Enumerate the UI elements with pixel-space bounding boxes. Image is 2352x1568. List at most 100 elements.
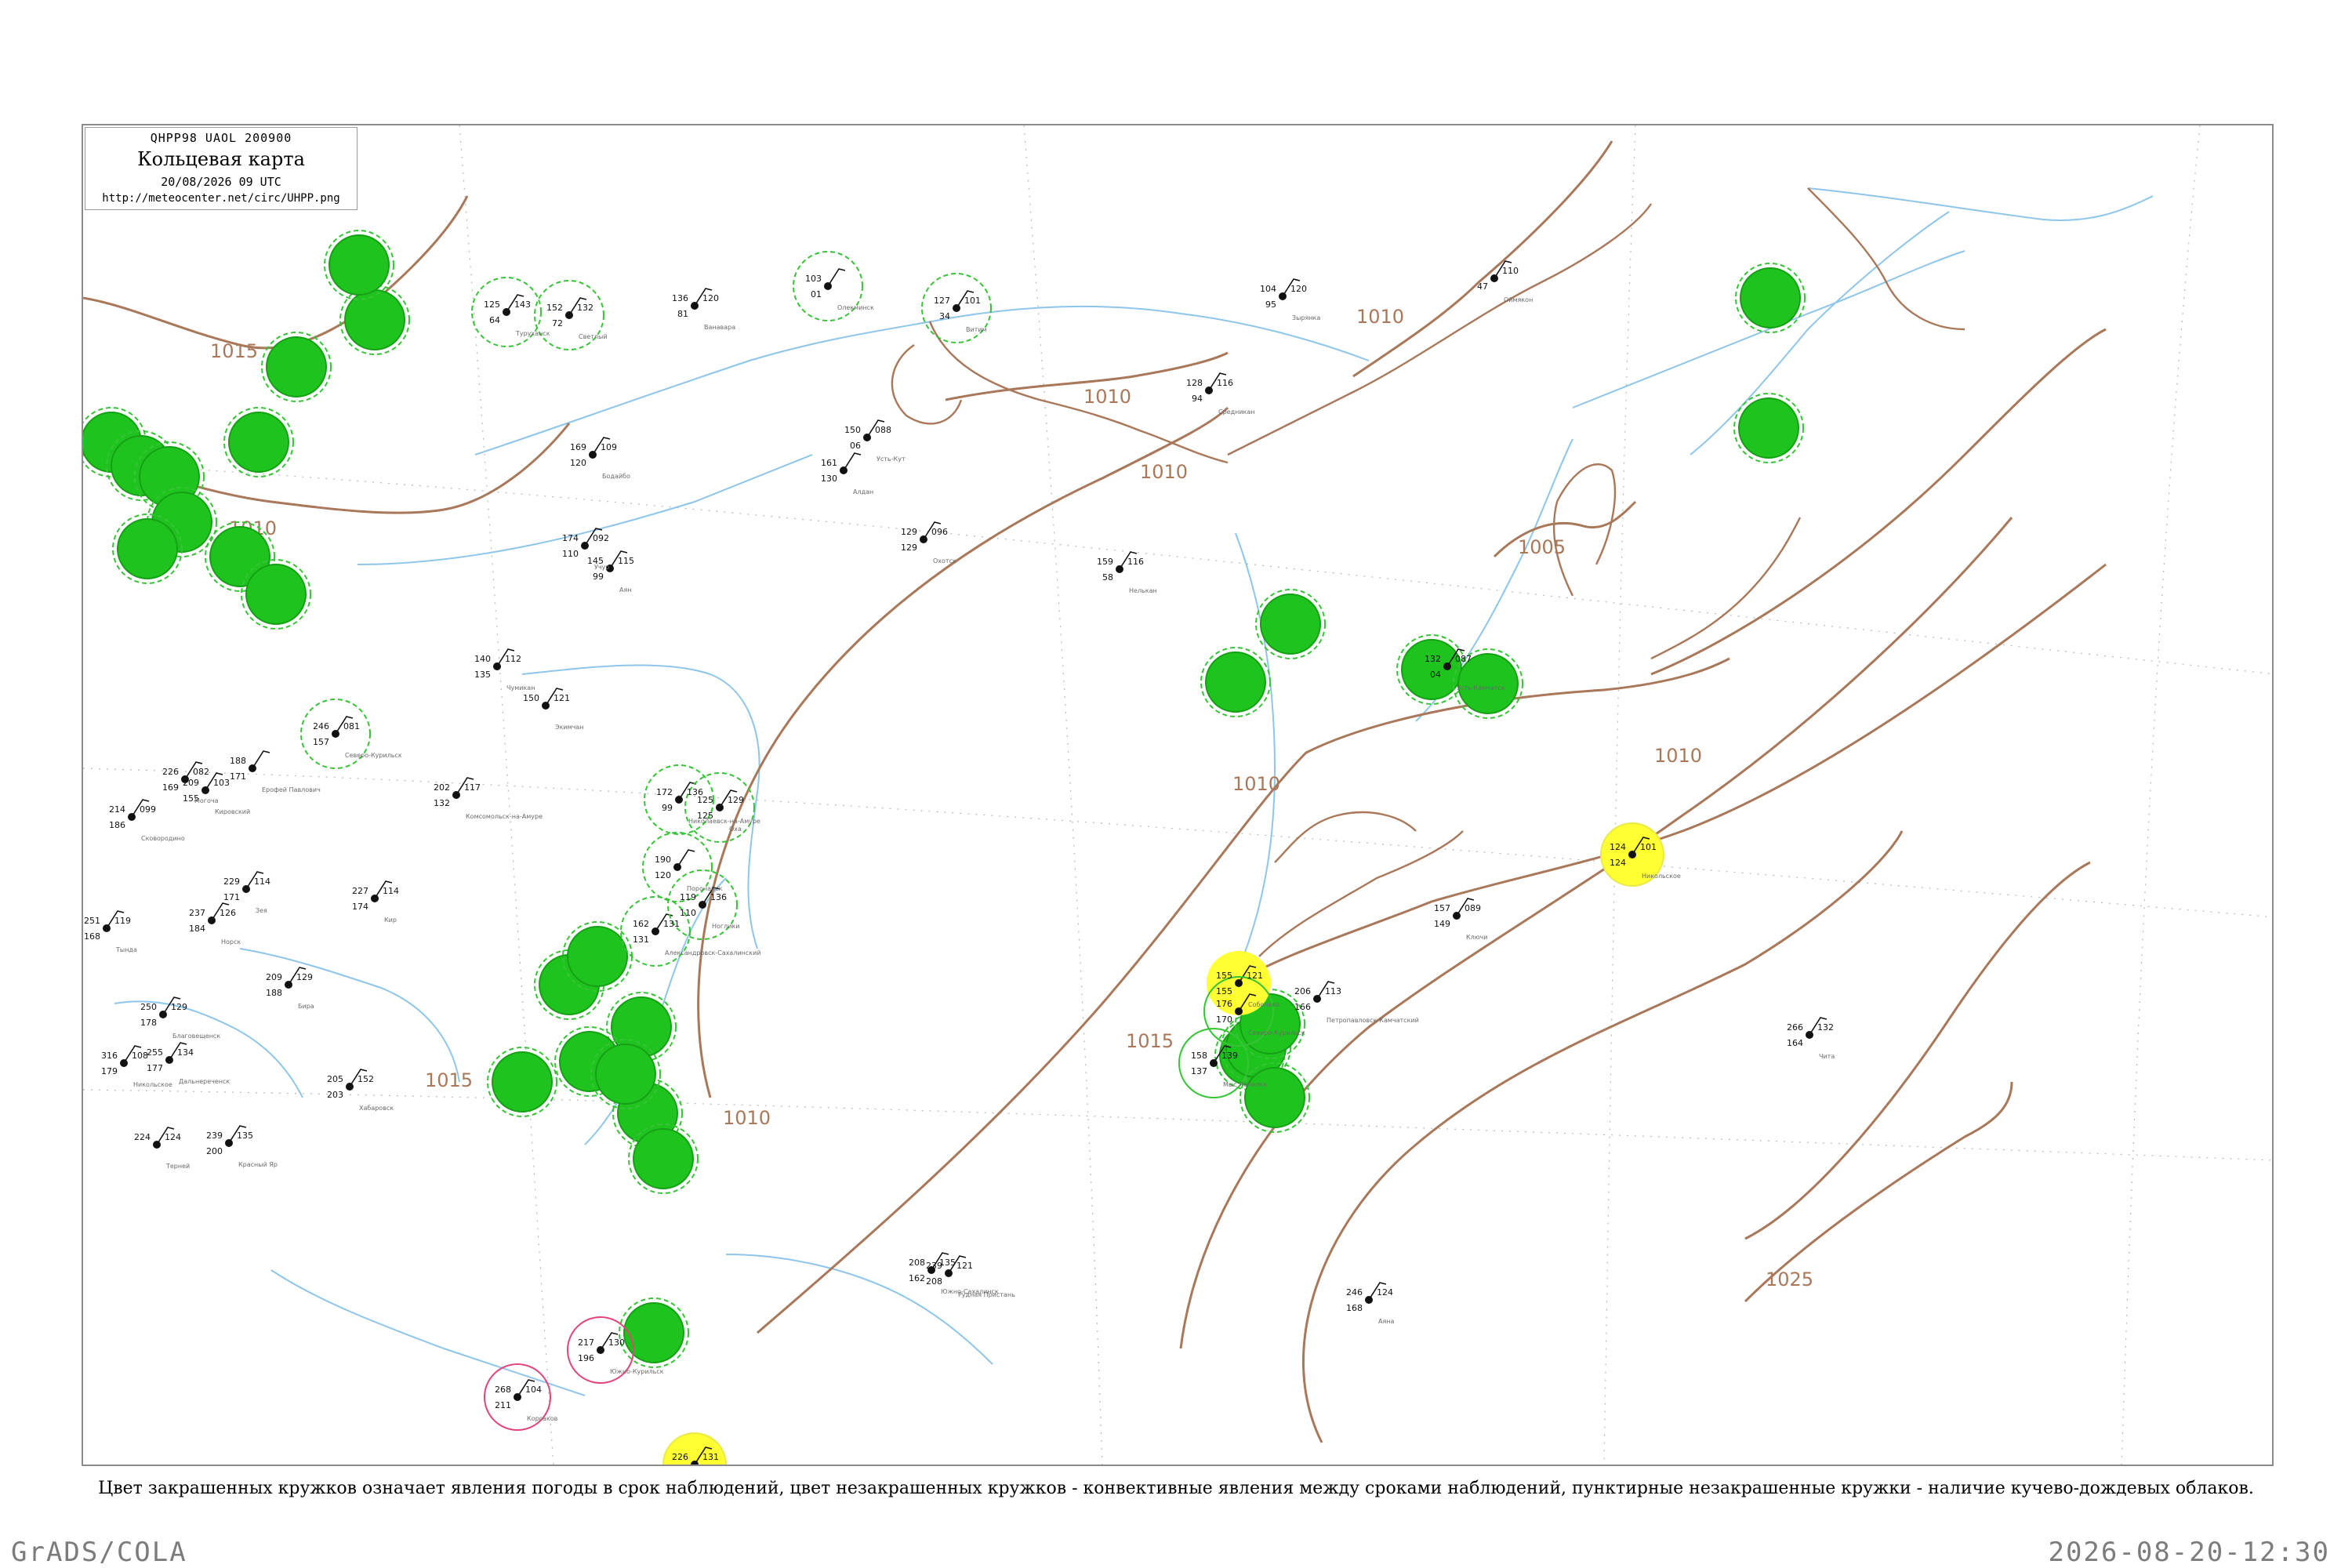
dewpoint-value: 64: [489, 315, 500, 325]
dewpoint-value: 34: [939, 311, 950, 321]
station-name: Тында: [115, 946, 137, 953]
dewpoint-value: 01: [811, 289, 822, 299]
coastline: [891, 187, 1965, 957]
precipitation-circle: [228, 412, 289, 473]
temperature-value: 129: [901, 527, 917, 537]
station-name: Оймякон: [1504, 296, 1533, 303]
dewpoint-value: 110: [562, 549, 579, 559]
station-name: Хабаровск: [359, 1105, 394, 1112]
pressure-value: 120: [702, 293, 719, 303]
pressure-value: 110: [1502, 266, 1519, 276]
temperature-value: 251: [84, 916, 100, 926]
temperature-value: 176: [1216, 999, 1232, 1009]
isobar-label: 1015: [210, 340, 258, 362]
station-name: Кир: [384, 916, 397, 924]
footer-timestamp: 2026-08-20-12:30: [2048, 1537, 2330, 1568]
temperature-value: 125: [484, 299, 500, 310]
pressure-value: 096: [931, 527, 948, 537]
dewpoint-value: 186: [109, 820, 125, 830]
temperature-value: 136: [672, 293, 688, 303]
dewpoint-value: 166: [1294, 1002, 1311, 1012]
temperature-value: 190: [655, 855, 671, 865]
station-name: Чита: [1819, 1053, 1835, 1060]
precipitation-circle: [245, 564, 307, 625]
pressure-value: 136: [710, 892, 727, 902]
dewpoint-value: 211: [495, 1400, 511, 1410]
station-name: Сковородино: [141, 835, 185, 842]
pressure-value: 121: [956, 1261, 973, 1271]
dewpoint-value: 06: [850, 441, 861, 451]
dewpoint-value: 149: [1434, 919, 1450, 929]
synoptic-map: 1015 1010 1010 1010 1010 1005 1010 1010 …: [83, 125, 2272, 1465]
dewpoint-value: 110: [680, 908, 696, 918]
pressure-value: 134: [177, 1047, 194, 1058]
station-name: Нелькан: [1129, 587, 1157, 594]
temperature-value: 128: [1186, 378, 1203, 388]
temperature-value: 159: [1097, 557, 1113, 567]
temperature-value: 188: [230, 756, 246, 766]
pressure-value: 139: [1221, 1051, 1238, 1061]
pressure-value: 109: [601, 442, 617, 452]
temperature-value: 214: [109, 804, 125, 815]
station-name: Ключи: [1466, 934, 1487, 941]
station-name: Соболево: [1248, 1001, 1279, 1008]
temperature-value: 250: [140, 1002, 157, 1012]
temperature-value: 125: [697, 795, 713, 805]
source-url[interactable]: http://meteocenter.net/circ/UHPP.png: [85, 192, 357, 205]
station-name: Светлый: [579, 333, 608, 340]
station-dot[interactable]: [103, 924, 111, 932]
temperature-value: 103: [805, 274, 822, 284]
dewpoint-value: 177: [147, 1063, 163, 1073]
temperature-value: 239: [206, 1131, 223, 1141]
pressure-value: 115: [618, 556, 634, 566]
dewpoint-value: 124: [1610, 858, 1626, 868]
temperature-value: 132: [1425, 654, 1441, 664]
station-name: Рудная Пристань: [958, 1291, 1015, 1298]
pressure-value: 120: [1290, 284, 1307, 294]
temperature-value: 229: [223, 877, 240, 887]
pressure-value: 101: [1640, 842, 1657, 852]
dewpoint-value: 58: [1102, 572, 1113, 583]
temperature-value: 246: [1346, 1287, 1363, 1298]
station-name: Усть-Кут: [877, 456, 906, 463]
temperature-value: 145: [587, 556, 604, 566]
station-name: Олекминск: [837, 304, 874, 311]
temperature-value: 169: [570, 442, 586, 452]
station-name: Могоча: [194, 797, 219, 804]
temperature-value: 161: [821, 458, 837, 468]
pressure-value: 130: [608, 1338, 625, 1348]
pressure-value: 108: [132, 1051, 148, 1061]
temperature-value: 268: [495, 1385, 511, 1395]
dewpoint-value: 157: [313, 737, 329, 747]
dewpoint-value: 178: [140, 1018, 157, 1028]
pressure-value: 143: [514, 299, 531, 310]
station-name: Северо-Курильск: [1248, 1029, 1305, 1036]
pressure-value: 152: [358, 1074, 374, 1084]
rivers: [114, 187, 2154, 1396]
station-name: Южно-Курильск: [610, 1368, 664, 1375]
station-name: Зея: [256, 907, 267, 914]
pressure-value: 124: [165, 1132, 181, 1142]
pressure-value: 132: [577, 303, 593, 313]
dewpoint-value: 188: [266, 988, 282, 998]
station-name: Никольское: [1642, 873, 1681, 880]
dewpoint-value: 162: [909, 1273, 925, 1283]
map-frame[interactable]: 1015 1010 1010 1010 1010 1005 1010 1010 …: [82, 124, 2274, 1466]
pressure-value: 119: [114, 916, 131, 926]
temperature-value: 162: [633, 919, 649, 929]
dewpoint-value: 94: [1192, 394, 1203, 404]
precipitation-circle: [266, 336, 327, 397]
station-name: Благовещенск: [172, 1033, 220, 1040]
dewpoint-value: 171: [223, 892, 240, 902]
dewpoint-value: 04: [1430, 670, 1441, 680]
pressure-value: 132: [1817, 1022, 1834, 1033]
dewpoint-value: 72: [552, 318, 563, 328]
temperature-value: 226: [162, 767, 179, 777]
station-name: Северо-Курильск: [345, 752, 402, 759]
station-name: Никольское: [133, 1081, 172, 1088]
pressure-value: 089: [1465, 903, 1481, 913]
temperature-value: 157: [1434, 903, 1450, 913]
dewpoint-value: 171: [230, 771, 246, 782]
pressure-value: 088: [875, 425, 891, 435]
pressure-value: 087: [1455, 654, 1472, 664]
